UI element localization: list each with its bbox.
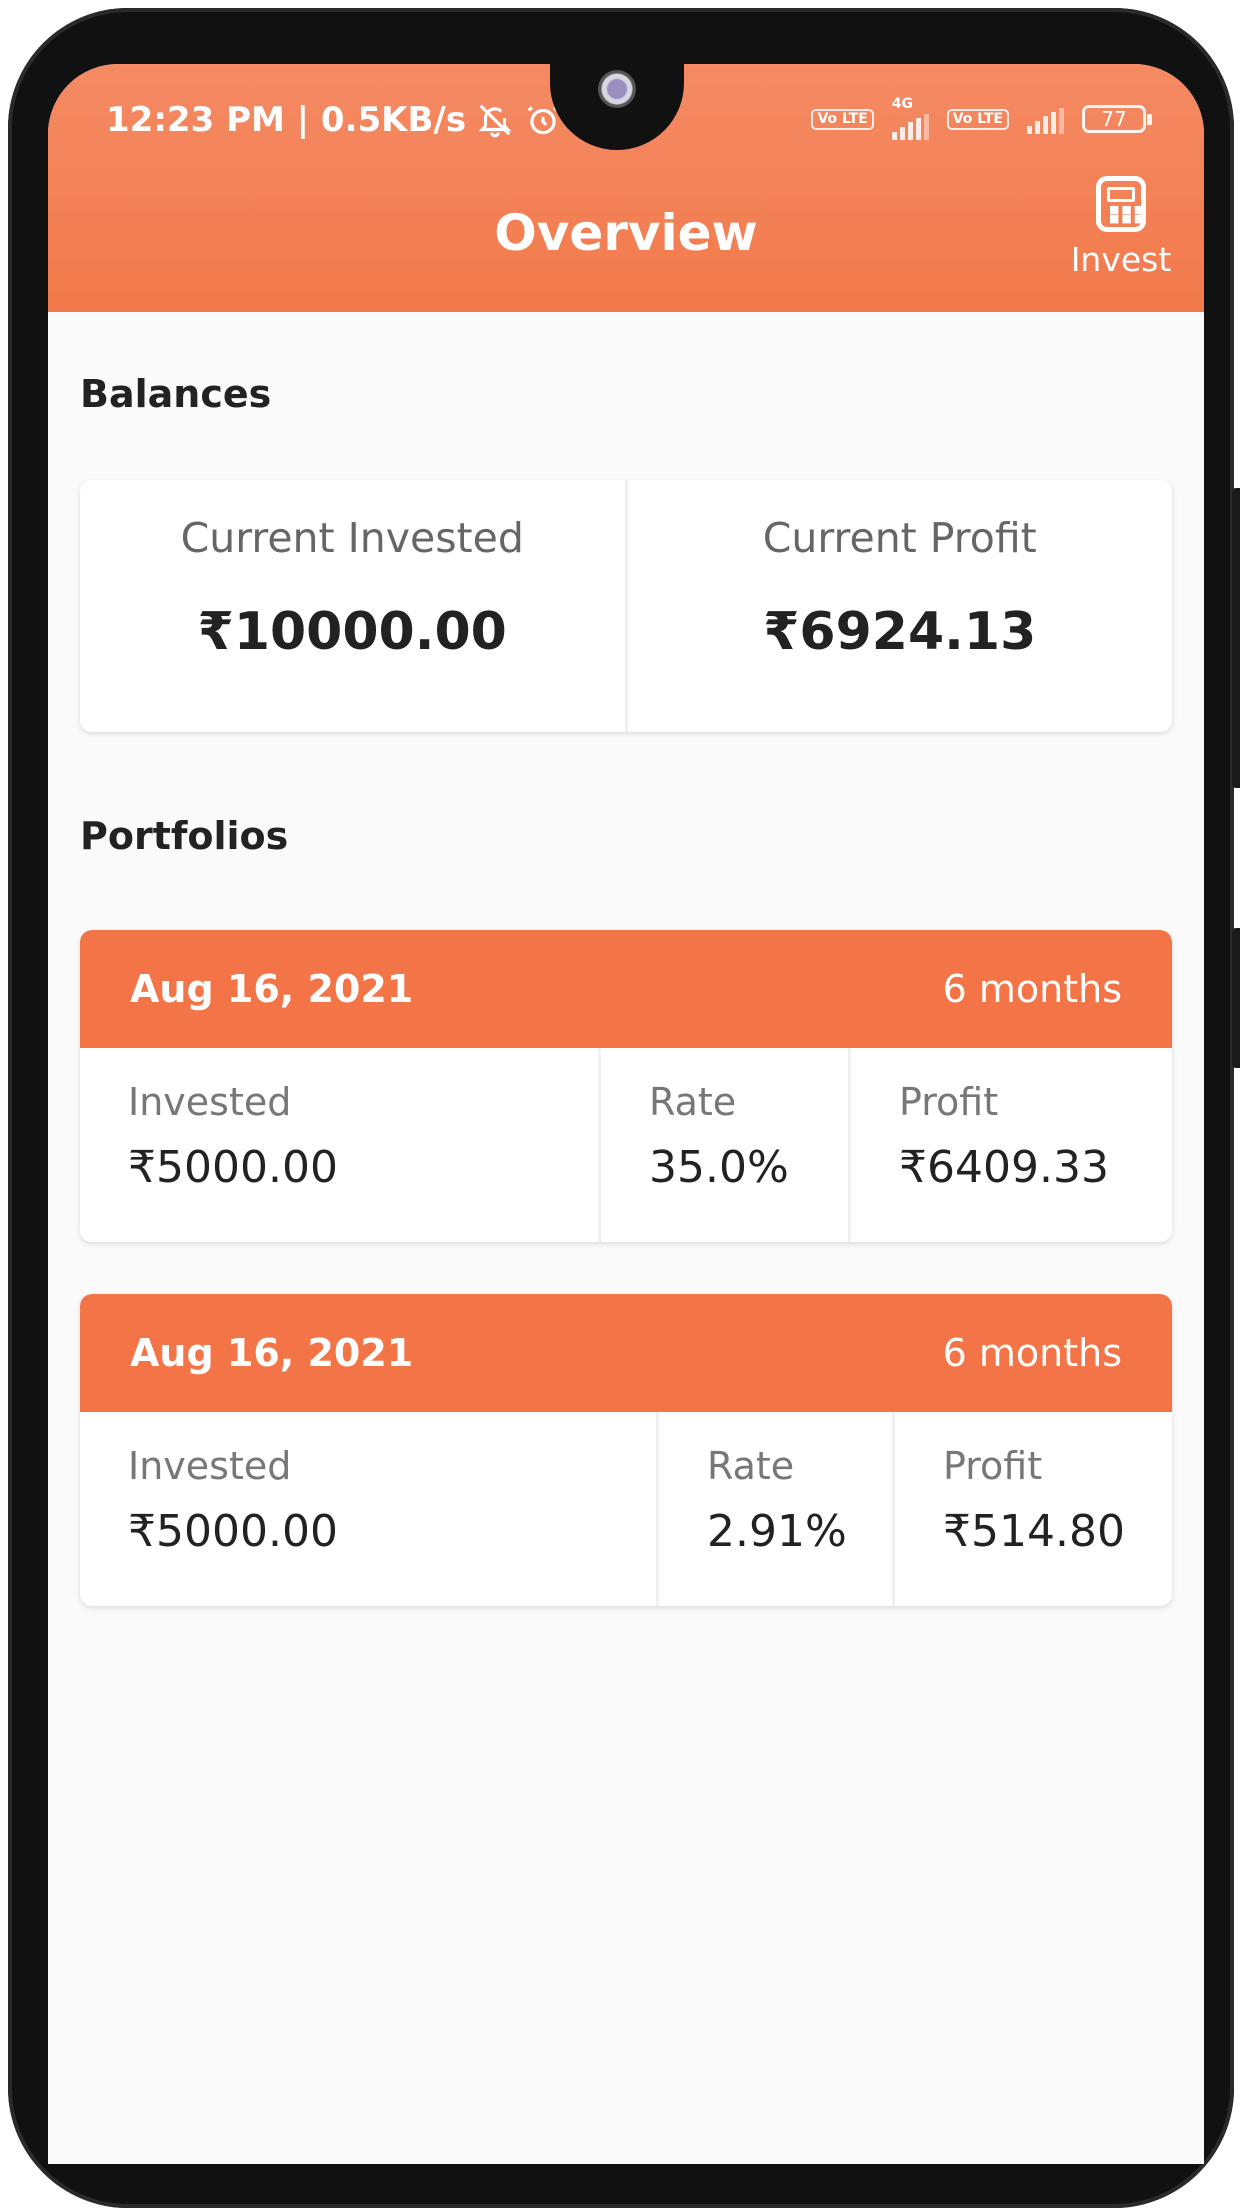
invest-button[interactable]: ■■■ ■■■ Invest [1066, 176, 1176, 279]
status-time: 12:23 PM | 0.5KB/s [106, 100, 467, 140]
volume-button [1232, 488, 1240, 788]
current-profit-value: ₹6924.13 [763, 602, 1037, 662]
volte-badge: Vo LTE [811, 108, 874, 130]
phone-frame: 12:23 PM | 0.5KB/s Vo LTE 4G Vo LTE 77 O… [8, 8, 1240, 2208]
invested-value: ₹5000.00 [128, 1506, 338, 1557]
invested-cell: Invested ₹5000.00 [80, 1048, 598, 1242]
portfolio-card[interactable]: Aug 16, 2021 6 months Invested ₹5000.00 … [80, 930, 1172, 1242]
invested-label: Invested [128, 1080, 292, 1124]
page-title: Overview [494, 204, 758, 262]
signal-icon-2 [1027, 104, 1064, 134]
rate-value: 35.0% [649, 1142, 789, 1193]
portfolio-date: Aug 16, 2021 [130, 1331, 414, 1375]
profit-cell: Profit ₹6409.33 [848, 1048, 1172, 1242]
volte-badge-2: Vo LTE [946, 108, 1009, 130]
network-type-label: 4G [891, 96, 913, 112]
portfolio-header: Aug 16, 2021 6 months [80, 930, 1172, 1048]
rate-cell: Rate 2.91% [656, 1412, 892, 1606]
front-camera [598, 70, 636, 108]
profit-value: ₹6409.33 [899, 1142, 1109, 1193]
rate-cell: Rate 35.0% [598, 1048, 848, 1242]
invested-label: Invested [128, 1444, 292, 1488]
signal-icon [891, 110, 929, 140]
balances-card: Current Invested ₹10000.00 Current Profi… [80, 480, 1172, 732]
status-bar-right: Vo LTE 4G Vo LTE 77 [811, 96, 1152, 140]
rate-label: Rate [707, 1444, 795, 1488]
invested-value: ₹5000.00 [128, 1142, 338, 1193]
app-screen: 12:23 PM | 0.5KB/s Vo LTE 4G Vo LTE 77 O… [48, 64, 1204, 2164]
camera-notch [550, 64, 684, 150]
portfolios-heading: Portfolios [80, 814, 289, 858]
profit-value: ₹514.80 [943, 1506, 1125, 1557]
calculator-icon: ■■■ ■■■ [1096, 176, 1146, 232]
portfolio-body: Invested ₹5000.00 Rate 35.0% Profit ₹640… [80, 1048, 1172, 1242]
invest-label: Invest [1070, 240, 1172, 279]
muted-bell-icon [478, 104, 512, 138]
portfolio-date: Aug 16, 2021 [130, 967, 414, 1011]
portfolio-term: 6 months [942, 1331, 1122, 1375]
portfolio-header: Aug 16, 2021 6 months [80, 1294, 1172, 1412]
portfolio-body: Invested ₹5000.00 Rate 2.91% Profit ₹514… [80, 1412, 1172, 1606]
signal-4g: 4G [891, 96, 929, 140]
rate-value: 2.91% [707, 1506, 847, 1557]
current-invested-value: ₹10000.00 [197, 602, 507, 662]
app-header: 12:23 PM | 0.5KB/s Vo LTE 4G Vo LTE 77 O… [48, 64, 1204, 312]
profit-label: Profit [943, 1444, 1043, 1488]
profit-cell: Profit ₹514.80 [892, 1412, 1172, 1606]
current-profit-cell: Current Profit ₹6924.13 [624, 480, 1173, 732]
invested-cell: Invested ₹5000.00 [80, 1412, 656, 1606]
profit-label: Profit [899, 1080, 999, 1124]
current-invested-cell: Current Invested ₹10000.00 [80, 480, 625, 732]
battery-icon: 77 [1082, 105, 1152, 133]
current-profit-label: Current Profit [762, 514, 1037, 562]
portfolio-term: 6 months [942, 967, 1122, 1011]
power-button [1232, 928, 1240, 1068]
current-invested-label: Current Invested [180, 514, 524, 562]
rate-label: Rate [649, 1080, 737, 1124]
balances-heading: Balances [80, 372, 272, 416]
status-bar-left: 12:23 PM | 0.5KB/s [106, 100, 562, 140]
portfolio-card[interactable]: Aug 16, 2021 6 months Invested ₹5000.00 … [80, 1294, 1172, 1606]
